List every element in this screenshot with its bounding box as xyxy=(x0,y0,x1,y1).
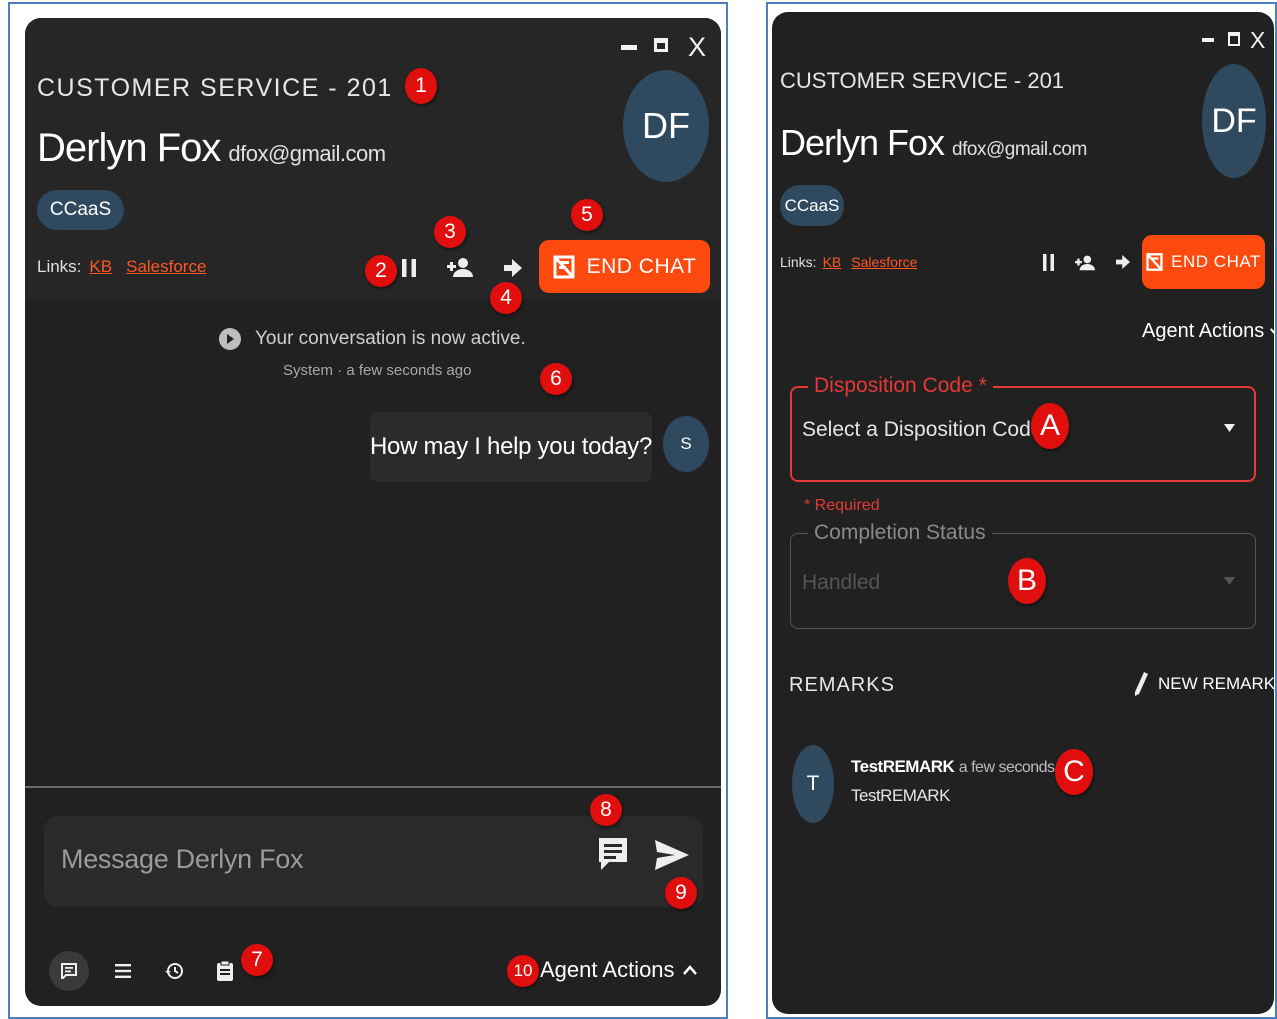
pause-icon[interactable] xyxy=(397,256,421,280)
callout-3: 3 xyxy=(434,216,466,248)
disposition-placeholder: Select a Disposition Code xyxy=(802,418,1043,441)
new-remark-button[interactable]: NEW REMARK xyxy=(1134,672,1274,696)
link-kb-2[interactable]: KB xyxy=(823,254,842,270)
system-meta: System · a few seconds ago xyxy=(283,362,472,379)
end-chat-icon-2 xyxy=(1146,253,1163,271)
history-icon[interactable] xyxy=(162,959,186,983)
end-chat-label: END CHAT xyxy=(586,254,697,278)
maximize-icon-2[interactable] xyxy=(1228,32,1240,46)
customer-heading-2: Derlyn Fox dfox@gmail.com xyxy=(780,122,1087,164)
chevron-up-icon xyxy=(682,965,697,975)
customer-email: dfox@gmail.com xyxy=(228,141,386,166)
links-label-2: Links: xyxy=(780,254,817,270)
disposition-required-error: * Required xyxy=(804,497,880,514)
play-circle-icon xyxy=(219,328,241,350)
new-remark-label: NEW REMARK xyxy=(1158,674,1274,693)
callout-2: 2 xyxy=(365,255,397,287)
callout-10: 10 xyxy=(507,955,539,987)
agent-actions-window: X CUSTOMER SERVICE - 201 Derlyn Fox dfox@… xyxy=(772,12,1274,1014)
minimize-icon[interactable] xyxy=(621,45,637,50)
message-input[interactable]: Message Derlyn Fox xyxy=(61,844,304,875)
links-row-2: Links: KB Salesforce xyxy=(780,254,917,270)
close-icon-2[interactable]: X xyxy=(1250,28,1265,52)
chat-window: X CUSTOMER SERVICE - 201 Derlyn Fox dfox@… xyxy=(25,18,721,1006)
dropdown-arrow-icon-2 xyxy=(1224,577,1235,585)
system-message: Your conversation is now active. xyxy=(255,328,526,349)
close-icon[interactable]: X xyxy=(688,34,706,61)
pause-icon-2[interactable] xyxy=(1040,252,1056,272)
customer-avatar-2: DF xyxy=(1202,64,1266,178)
clipboard-icon[interactable] xyxy=(213,958,237,984)
callout-6: 6 xyxy=(540,363,572,395)
add-participant-icon-2[interactable] xyxy=(1074,252,1096,272)
disposition-code-label: Disposition Code * xyxy=(808,374,993,398)
callout-8: 8 xyxy=(590,794,622,826)
customer-name-2: Derlyn Fox xyxy=(780,122,945,163)
customer-heading: Derlyn Fox dfox@gmail.com xyxy=(37,126,386,171)
canned-response-icon[interactable] xyxy=(595,834,631,874)
callout-1: 1 xyxy=(405,68,437,104)
end-chat-icon xyxy=(553,255,575,278)
completion-status-label: Completion Status xyxy=(808,521,992,545)
customer-avatar: DF xyxy=(623,70,709,182)
agent-avatar: S xyxy=(663,416,709,472)
callout-9: 9 xyxy=(665,877,697,909)
callout-b: B xyxy=(1008,558,1046,604)
links-label: Links: xyxy=(37,257,82,276)
end-chat-button[interactable]: END CHAT xyxy=(539,240,710,293)
remark-item: TestREMARK a few seconds ago xyxy=(851,757,1084,777)
callout-c: C xyxy=(1055,749,1093,795)
links-row: Links: KB Salesforce xyxy=(37,257,206,277)
callout-4: 4 xyxy=(490,282,522,314)
remark-author: TestREMARK xyxy=(851,757,955,776)
callout-5: 5 xyxy=(571,199,603,231)
chat-tab-icon[interactable] xyxy=(49,951,89,991)
composer-divider xyxy=(25,786,721,788)
remark-text: TestREMARK xyxy=(851,786,950,805)
tag-chip[interactable]: CCaaS xyxy=(37,190,124,230)
link-salesforce-2[interactable]: Salesforce xyxy=(851,254,917,270)
callout-7: 7 xyxy=(241,944,273,976)
maximize-icon[interactable] xyxy=(654,38,668,52)
queue-title: CUSTOMER SERVICE - 201 xyxy=(37,74,393,102)
end-chat-label-2: END CHAT xyxy=(1171,252,1261,271)
add-participant-icon[interactable] xyxy=(446,254,474,280)
agent-actions-header[interactable]: Agent Actions xyxy=(1142,320,1274,343)
transfer-icon-2[interactable] xyxy=(1114,253,1132,271)
agent-actions-toggle[interactable]: Agent Actions xyxy=(540,957,697,983)
remark-avatar: T xyxy=(792,745,834,823)
send-icon[interactable] xyxy=(653,836,691,874)
end-chat-button-2[interactable]: END CHAT xyxy=(1142,235,1265,289)
chevron-down-icon xyxy=(1270,327,1274,334)
system-message-row: Your conversation is now active. xyxy=(219,328,526,350)
completion-status-value: Handled xyxy=(802,571,881,594)
agent-message-bubble: How may I help you today? xyxy=(370,412,652,482)
customer-email-2: dfox@gmail.com xyxy=(952,139,1087,160)
remarks-title: REMARKS xyxy=(789,674,895,696)
dropdown-arrow-icon xyxy=(1224,424,1235,432)
tag-chip-2[interactable]: CCaaS xyxy=(780,185,844,226)
link-kb[interactable]: KB xyxy=(89,257,112,276)
agent-actions-label: Agent Actions xyxy=(540,957,675,982)
agent-actions-header-label: Agent Actions xyxy=(1142,320,1265,342)
pencil-icon xyxy=(1135,672,1148,696)
customer-name: Derlyn Fox xyxy=(37,126,221,170)
callout-a: A xyxy=(1031,403,1069,449)
link-salesforce[interactable]: Salesforce xyxy=(126,257,206,276)
minimize-icon-2[interactable] xyxy=(1202,38,1214,42)
menu-icon[interactable] xyxy=(111,959,135,983)
queue-title-2: CUSTOMER SERVICE - 201 xyxy=(780,68,1065,93)
transfer-icon[interactable] xyxy=(501,256,525,280)
